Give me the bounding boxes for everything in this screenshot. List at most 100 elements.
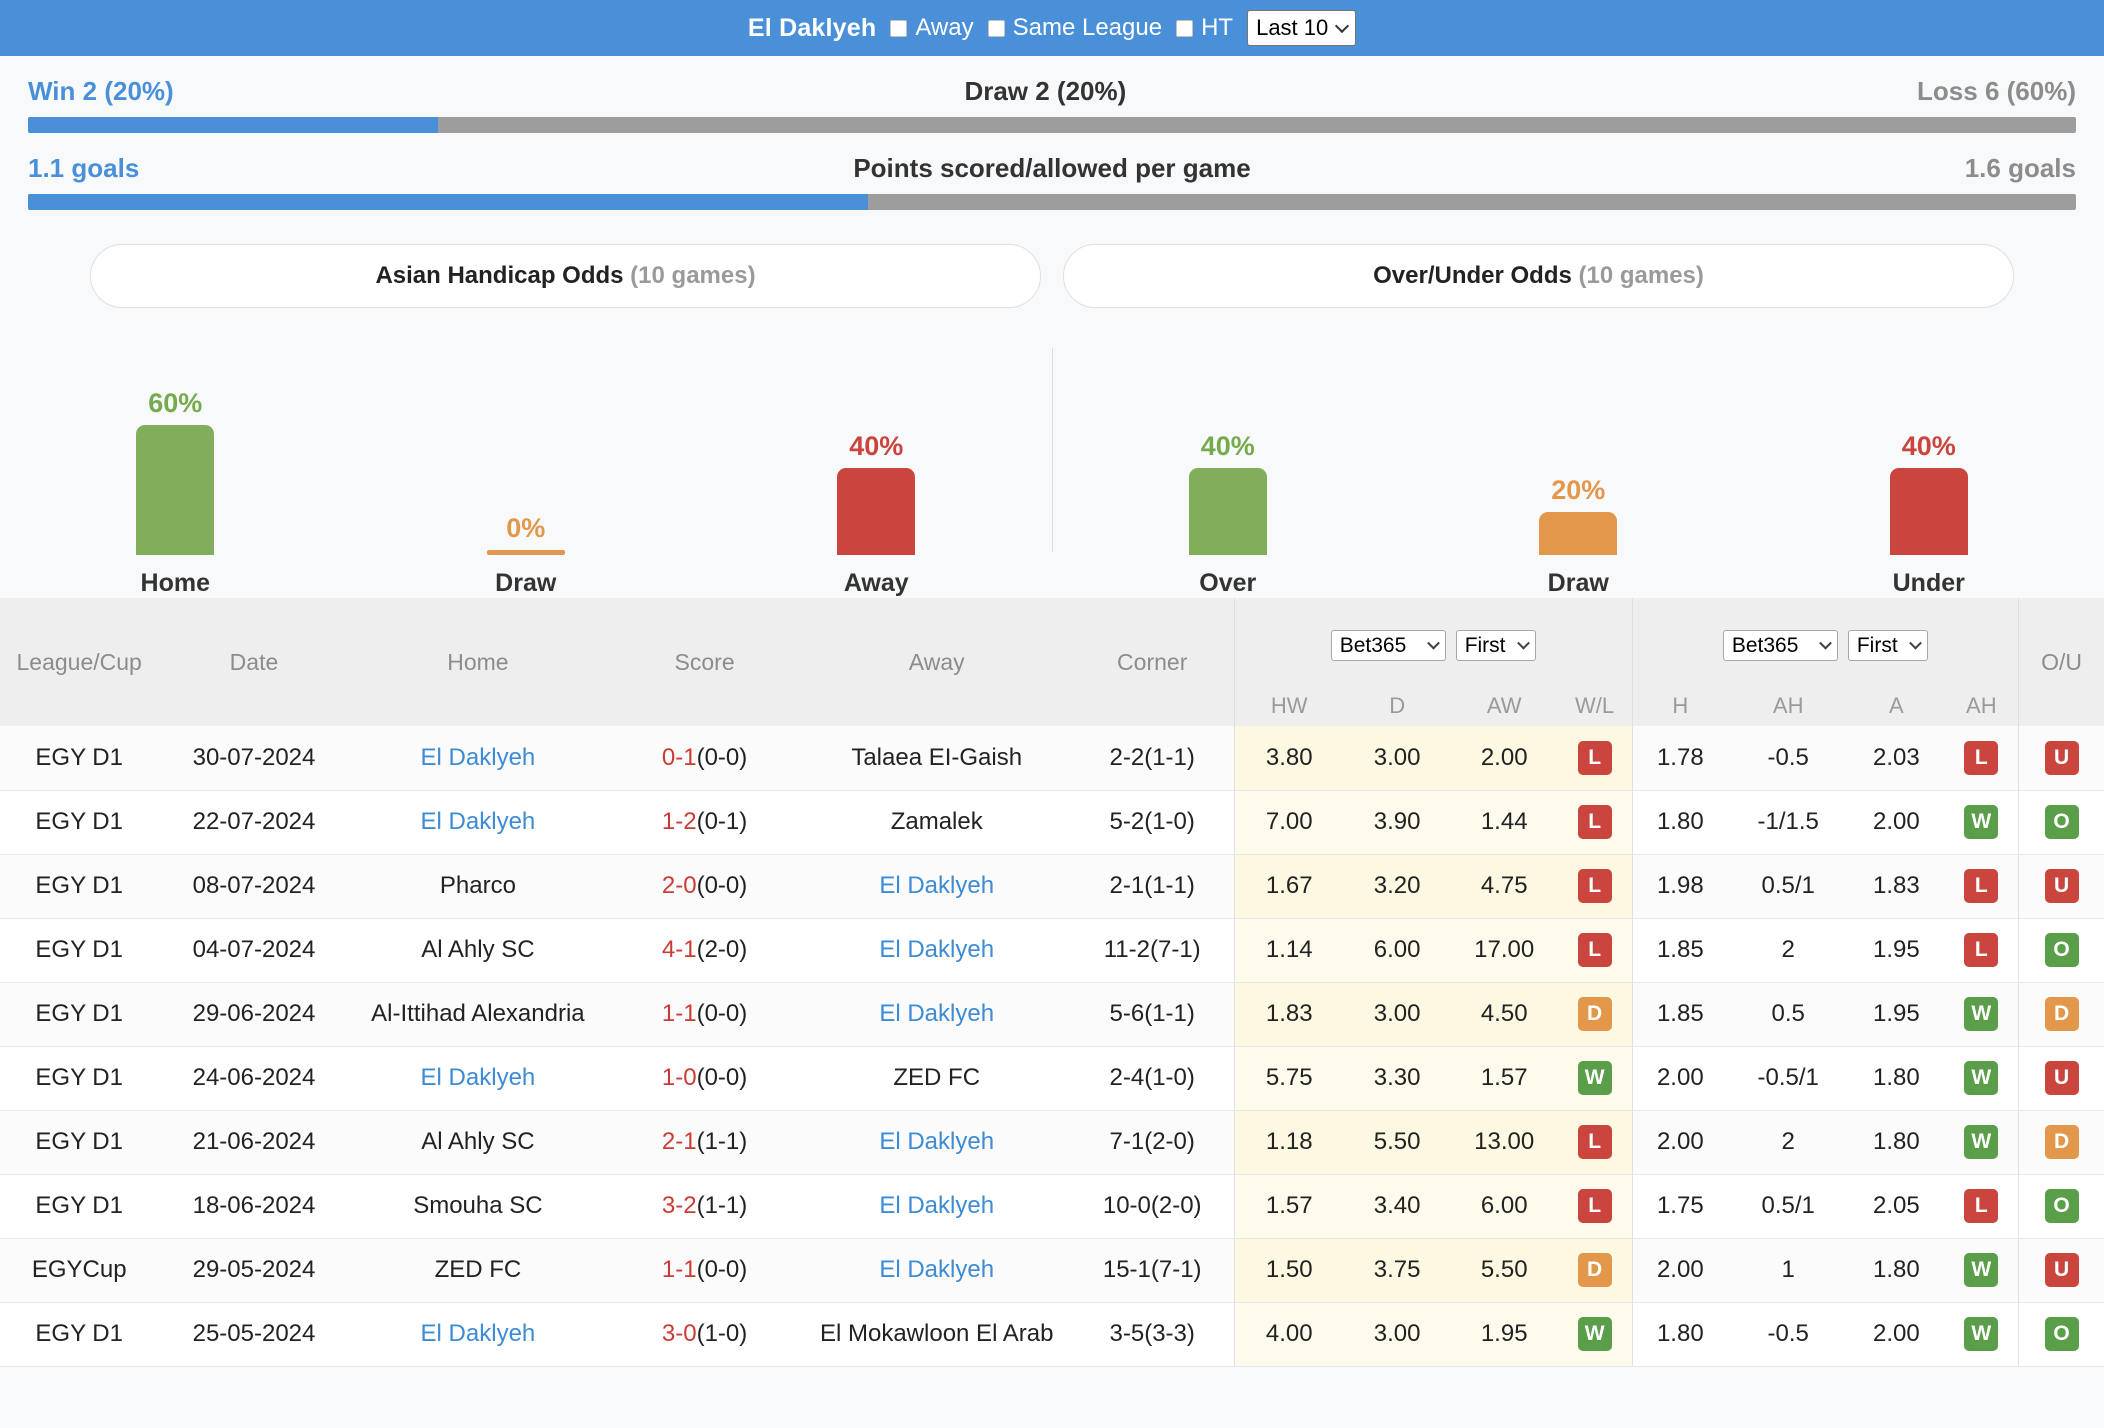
table-row[interactable]: EGY D1 30-07-2024 El Daklyeh 0-1(0-0) Talaea… [0,726,2104,791]
cell-h: 1.80 [1631,1302,1729,1367]
cell-date: 24-06-2024 [158,1046,350,1111]
col-home: Home [349,598,607,726]
chart-bar-label-over: Over [1199,569,1257,597]
cell-corner: 10-0(2-0) [1070,1174,1235,1239]
cell-a: 1.80 [1848,1238,1945,1303]
table-row[interactable]: EGY D1 29-06-2024 Al-Ittihad Alexandria 1-1… [0,982,2104,1047]
col-away: Away [802,598,1071,726]
cell-hw: 1.83 [1233,982,1344,1047]
cell-hw: 1.18 [1233,1110,1344,1175]
cell-aw: 4.75 [1450,854,1558,919]
cell-wl: L [1557,726,1632,791]
table-row[interactable]: EGY D1 04-07-2024 Al Ahly SC 4-1(2-0) El Dak… [0,918,2104,983]
cell-aw: 13.00 [1450,1110,1558,1175]
chevron-down-icon-bookmaker1: Bet3651xBetPinnacle [1330,629,1446,661]
chart-bar-value-away: 40% [849,431,904,461]
table-row[interactable]: EGYCup 29-05-2024 ZED FC 1-1(0-0) El Daklyeh… [0,1238,2104,1303]
odds-tabs: Asian Handicap Odds (10 games) Over/Unde… [0,210,2104,308]
filter-same-league[interactable]: Same League [987,14,1163,42]
subcol-d-1: D [1343,686,1451,726]
cell-wl: L [1557,1174,1632,1239]
table-row[interactable]: EGY D1 25-05-2024 El Daklyeh 3-0(1-0) El Mok… [0,1302,2104,1367]
cell-home: El Daklyeh [349,790,607,855]
range-select[interactable]: Last 6Last 10Last 20 [1247,10,1357,46]
cell-wl: D [1557,1238,1632,1303]
table-body: EGY D1 30-07-2024 El Daklyeh 0-1(0-0) Talaea… [0,726,2104,1367]
table-row[interactable]: EGY D1 24-06-2024 El Daklyeh 1-0(0-0) ZED FC… [0,1046,2104,1111]
period-select-2[interactable]: FirstLiveFinal [1847,629,1928,661]
chart-over-under: 40% Over 20% Draw 40% Under [1053,334,2104,598]
cell-away: El Mokawloon El Arab [802,1302,1071,1367]
goals-bar [28,194,2076,210]
cell-date: 04-07-2024 [158,918,350,983]
filter-ht[interactable]: HT [1176,14,1233,42]
checkbox-away[interactable] [890,19,908,37]
cell-home: Smouha SC [349,1174,607,1239]
cell-hw: 4.00 [1233,1302,1344,1367]
cell-score: 3-0(1-0) [606,1302,803,1367]
cell-ou: O [2018,790,2104,855]
cell-home: El Daklyeh [349,1302,607,1367]
cell-aw: 5.50 [1450,1238,1558,1303]
chevron-down-icon-period1: FirstLiveFinal [1455,629,1536,661]
cell-date: 29-06-2024 [158,982,350,1047]
cell-corner: 2-1(1-1) [1070,854,1235,919]
cell-corner: 5-6(1-1) [1070,982,1235,1047]
cell-league: EGY D1 [0,1046,159,1111]
cell-aw: 6.00 [1450,1174,1558,1239]
draw-label: Draw 2 (20%) [964,76,1127,106]
tab-over-under-games: (10 games) [1578,262,1704,289]
cell-home: Al Ahly SC [349,1110,607,1175]
cell-date: 25-05-2024 [158,1302,350,1367]
cell-hw: 3.80 [1233,726,1344,791]
cell-d: 3.20 [1343,854,1451,919]
cell-ah: -1/1.5 [1728,790,1849,855]
cell-d: 3.75 [1343,1238,1451,1303]
filter-same-league-label: Same League [1012,14,1163,41]
cell-score: 1-1(0-0) [606,1238,803,1303]
cell-d: 3.30 [1343,1046,1451,1111]
subcol-h-4: H [1631,686,1729,726]
table-row[interactable]: EGY D1 18-06-2024 Smouha SC 3-2(1-1) El Dakl… [0,1174,2104,1239]
cell-league: EGYCup [0,1238,159,1303]
cell-aw: 4.50 [1450,982,1558,1047]
goals-allowed: 1.6 goals [1964,153,2076,183]
table-row[interactable]: EGY D1 22-07-2024 El Daklyeh 1-2(0-1) Zamale… [0,790,2104,855]
cell-date: 22-07-2024 [158,790,350,855]
table-row[interactable]: EGY D1 21-06-2024 Al Ahly SC 2-1(1-1) El Dak… [0,1110,2104,1175]
cell-a: 2.05 [1848,1174,1945,1239]
cell-a: 2.00 [1848,790,1945,855]
cell-score: 1-2(0-1) [606,790,803,855]
filter-away-label: Away [915,14,974,41]
subcol-aw-2: AW [1450,686,1558,726]
cell-hw: 1.50 [1233,1238,1344,1303]
cell-home: Al-Ittihad Alexandria [349,982,607,1047]
wdl-bar-fill [28,117,438,133]
cell-ah: 0.5/1 [1728,1174,1849,1239]
tab-asian-handicap-odds[interactable]: Asian Handicap Odds (10 games) [90,244,1041,308]
cell-league: EGY D1 [0,1174,159,1239]
tab-asian-handicap-games: (10 games) [630,262,756,289]
cell-score: 0-1(0-0) [606,726,803,791]
bookmaker-select-1[interactable]: Bet3651xBetPinnacle [1330,629,1446,661]
tab-over-under-odds[interactable]: Over/Under Odds (10 games) [1063,244,2014,308]
cell-ah-result: L [1944,918,2019,983]
chevron-down-icon-period2: FirstLiveFinal [1847,629,1928,661]
cell-ou: O [2018,918,2104,983]
cell-a: 2.00 [1848,1302,1945,1367]
period-select-1[interactable]: FirstLiveFinal [1455,629,1536,661]
cell-home: Pharco [349,854,607,919]
chart-bar-value-draw: 20% [1551,475,1606,505]
table-row[interactable]: EGY D1 08-07-2024 Pharco 2-0(0-0) El Daklyeh… [0,854,2104,919]
checkbox-same-league[interactable] [987,19,1005,37]
chart-bar-value-under: 40% [1901,431,1956,461]
cell-a: 2.03 [1848,726,1945,791]
cell-away: El Daklyeh [802,1110,1071,1175]
checkbox-ht[interactable] [1176,19,1194,37]
bookmaker-select-2[interactable]: Bet3651xBetPinnacle [1722,629,1838,661]
cell-away: El Daklyeh [802,854,1071,919]
filter-away[interactable]: Away [890,14,974,42]
cell-h: 1.98 [1631,854,1729,919]
chart-bar-home: 60% Home [90,388,260,598]
goals-labels: 1.1 goals Points scored/allowed per game… [28,133,2076,184]
